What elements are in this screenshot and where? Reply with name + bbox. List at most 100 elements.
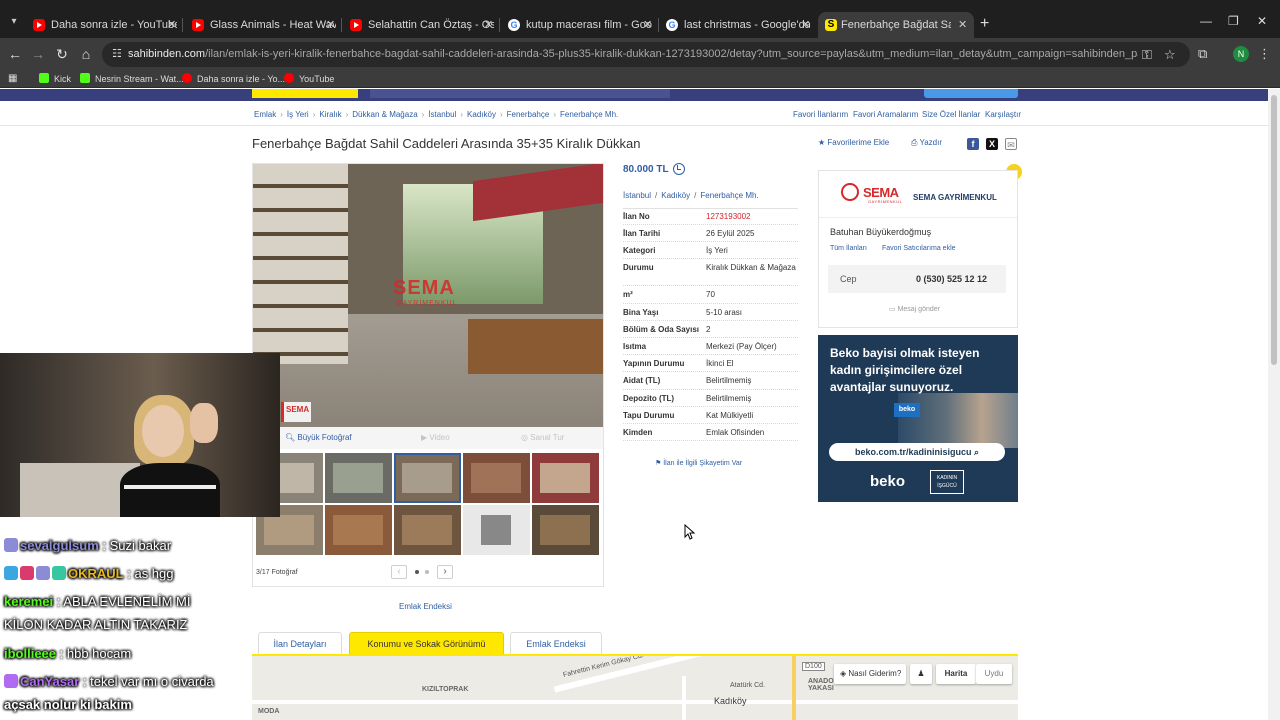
detail-row: Kategori İş Yeri [623, 242, 798, 259]
thumbnail[interactable] [394, 505, 461, 555]
menu-icon[interactable]: ⋮ [1258, 46, 1271, 62]
estate-index-link[interactable]: Emlak Endeksi [399, 602, 452, 611]
breadcrumb-item[interactable]: İş Yeri [287, 110, 309, 119]
thumbnail[interactable] [532, 505, 599, 555]
close-icon[interactable]: ✕ [484, 12, 493, 38]
site-info-icon[interactable]: ☷ [112, 47, 126, 61]
virtual-tour-tab[interactable]: ◎ Sanal Tur [521, 433, 564, 442]
tab-listing-details[interactable]: İlan Detayları [258, 632, 342, 655]
page-dot[interactable] [425, 570, 429, 574]
close-icon[interactable]: ✕ [167, 12, 176, 38]
chat-badge-icon [4, 674, 18, 688]
tab-estate-index[interactable]: Emlak Endeksi [510, 632, 602, 655]
complaint-link[interactable]: ⚑ İlan ile İlgili Şikayetim Var [655, 459, 742, 467]
link-special-listings[interactable]: Size Özel İlanlar [922, 110, 980, 119]
agent-name: Batuhan Büyükerdoğmuş [830, 227, 932, 237]
page-scrollbar[interactable] [1268, 89, 1280, 720]
print-button[interactable]: ⎙ Yazdır [911, 138, 942, 148]
chat-badge-icon [4, 566, 18, 580]
link-compare[interactable]: Karşılaştır [985, 110, 1021, 119]
favorite-button[interactable]: ★ Favorilerime Ekle [818, 138, 889, 147]
main-photo[interactable]: SEMA GAYRİMENKUL SEMA [253, 164, 603, 427]
url-text[interactable]: sahibinden.com/ilan/emlak-is-yeri-kirali… [128, 48, 1138, 60]
minimize-icon[interactable]: — [1200, 14, 1212, 28]
thumbnail[interactable] [325, 453, 392, 503]
bookmarks-bar: Kick Nesrin Stream - Wat... Daha sonra i… [0, 70, 1280, 88]
map-type-map[interactable]: Harita [936, 664, 976, 684]
page-dot[interactable] [415, 570, 419, 574]
back-icon[interactable]: ← [5, 44, 25, 64]
tab-1[interactable]: Glass Animals - Heat Waves - Yo ✕ [192, 12, 336, 38]
next-page-icon[interactable]: › [437, 565, 453, 579]
favorite-seller-link[interactable]: Favori Satıcılarıma ekle [882, 245, 956, 252]
thumbnail[interactable] [463, 505, 530, 555]
chat-username: ibollieee [4, 646, 57, 661]
bookmark-star-icon[interactable]: ☆ [1164, 47, 1176, 63]
location-city[interactable]: İstanbul [623, 191, 651, 200]
all-listings-link[interactable]: Tüm İlanları [830, 245, 867, 252]
scroll-thumb[interactable] [1271, 95, 1277, 365]
tab-4[interactable]: last christmas - Google'da Ara ✕ [666, 12, 811, 38]
close-icon[interactable]: ✕ [643, 12, 652, 38]
link-favorite-searches[interactable]: Favori Aramalarım [853, 110, 918, 119]
large-photo-tab[interactable]: 🔍︎ Büyük Fotoğraf [285, 433, 352, 442]
new-tab-icon[interactable]: + [980, 14, 994, 34]
mail-icon[interactable]: ✉ [1005, 138, 1017, 150]
close-icon[interactable]: ✕ [326, 12, 335, 38]
video-tab[interactable]: ▶ Video [421, 433, 450, 442]
tab-2[interactable]: Selahattin Can Öztaş - Osimhen ✕ [350, 12, 494, 38]
location-district[interactable]: Kadıköy [661, 191, 690, 200]
detail-row: Depozito (TL) Belirtilmemiş [623, 390, 798, 407]
breadcrumb-item[interactable]: İstanbul [428, 110, 456, 119]
map-type-satellite[interactable]: Uydu [976, 664, 1012, 684]
bookmark-nesrin[interactable]: Nesrin Stream - Wat... [80, 71, 184, 87]
link-favorite-listings[interactable]: Favori İlanlarım [793, 110, 848, 119]
forward-icon[interactable]: → [28, 44, 48, 64]
close-icon[interactable]: ✕ [801, 12, 810, 38]
detail-value: İkinci El [706, 359, 734, 368]
thumbnail[interactable] [532, 453, 599, 503]
restore-icon[interactable]: ❐ [1228, 14, 1239, 28]
address-bar[interactable]: ☷ sahibinden.com/ilan/emlak-is-yeri-kira… [102, 42, 1190, 67]
reload-icon[interactable]: ↻ [52, 44, 72, 64]
thumbnail[interactable] [325, 505, 392, 555]
site-search[interactable] [370, 89, 670, 98]
facebook-icon[interactable]: f [967, 138, 979, 150]
breadcrumb-item[interactable]: Dükkan & Mağaza [352, 110, 417, 119]
breadcrumb-item[interactable]: Fenerbahçe Mh. [560, 110, 618, 119]
bookmark-kick[interactable]: Kick [39, 71, 71, 87]
tab-0[interactable]: Daha sonra izle - YouTube ✕ [33, 12, 177, 38]
tab-active[interactable]: S Fenerbahçe Bağdat Sahil Cadd ✕ [818, 12, 974, 38]
beko-ad-banner[interactable]: Beko bayisi olmak isteyen kadın girişimc… [818, 335, 1018, 502]
send-message-button[interactable]: ▭ Mesaj gönder [889, 305, 940, 313]
home-icon[interactable]: ⌂ [76, 44, 96, 64]
breadcrumb-item[interactable]: Emlak [254, 110, 276, 119]
password-key-icon[interactable]: ⚿ [1142, 47, 1152, 63]
phone-number[interactable]: 0 (530) 525 12 12 [916, 274, 987, 284]
breadcrumb-item[interactable]: Kadıköy [467, 110, 496, 119]
post-listing-button[interactable] [924, 89, 1018, 98]
breadcrumb-item[interactable]: Fenerbahçe [507, 110, 550, 119]
tab-3[interactable]: kutup macerası film - Google'da ✕ [508, 12, 653, 38]
tab-location-street-view[interactable]: Konumu ve Sokak Görünümü [349, 632, 504, 655]
thumbnail[interactable] [463, 453, 530, 503]
thumbnail-selected[interactable] [394, 453, 461, 503]
site-logo[interactable] [252, 89, 358, 98]
directions-button[interactable]: ◈ Nasıl Giderim? [834, 664, 906, 684]
profile-avatar[interactable]: N [1233, 46, 1249, 62]
breadcrumb-item[interactable]: Kiralık [319, 110, 341, 119]
bookmark-youtube[interactable]: YouTube [284, 71, 334, 87]
price-history-icon[interactable] [673, 163, 685, 175]
extensions-icon[interactable]: ⧉ [1198, 46, 1207, 62]
close-icon[interactable]: ✕ [958, 12, 967, 38]
apps-grid-icon[interactable]: ▦ [8, 73, 19, 84]
detail-row: İlan No 1273193002 [623, 208, 798, 225]
x-twitter-icon[interactable]: X [986, 138, 998, 150]
pegman-icon[interactable]: ♟ [910, 664, 932, 684]
bookmark-watch-later[interactable]: Daha sonra izle - Yo... [182, 71, 285, 87]
seller-name[interactable]: SEMA GAYRİMENKUL [913, 193, 997, 202]
location-neighborhood[interactable]: Fenerbahçe Mh. [700, 191, 758, 200]
close-window-icon[interactable]: ✕ [1257, 14, 1267, 28]
prev-page-icon[interactable]: ‹ [391, 565, 407, 579]
tab-search-icon[interactable]: ▾ [4, 12, 24, 32]
